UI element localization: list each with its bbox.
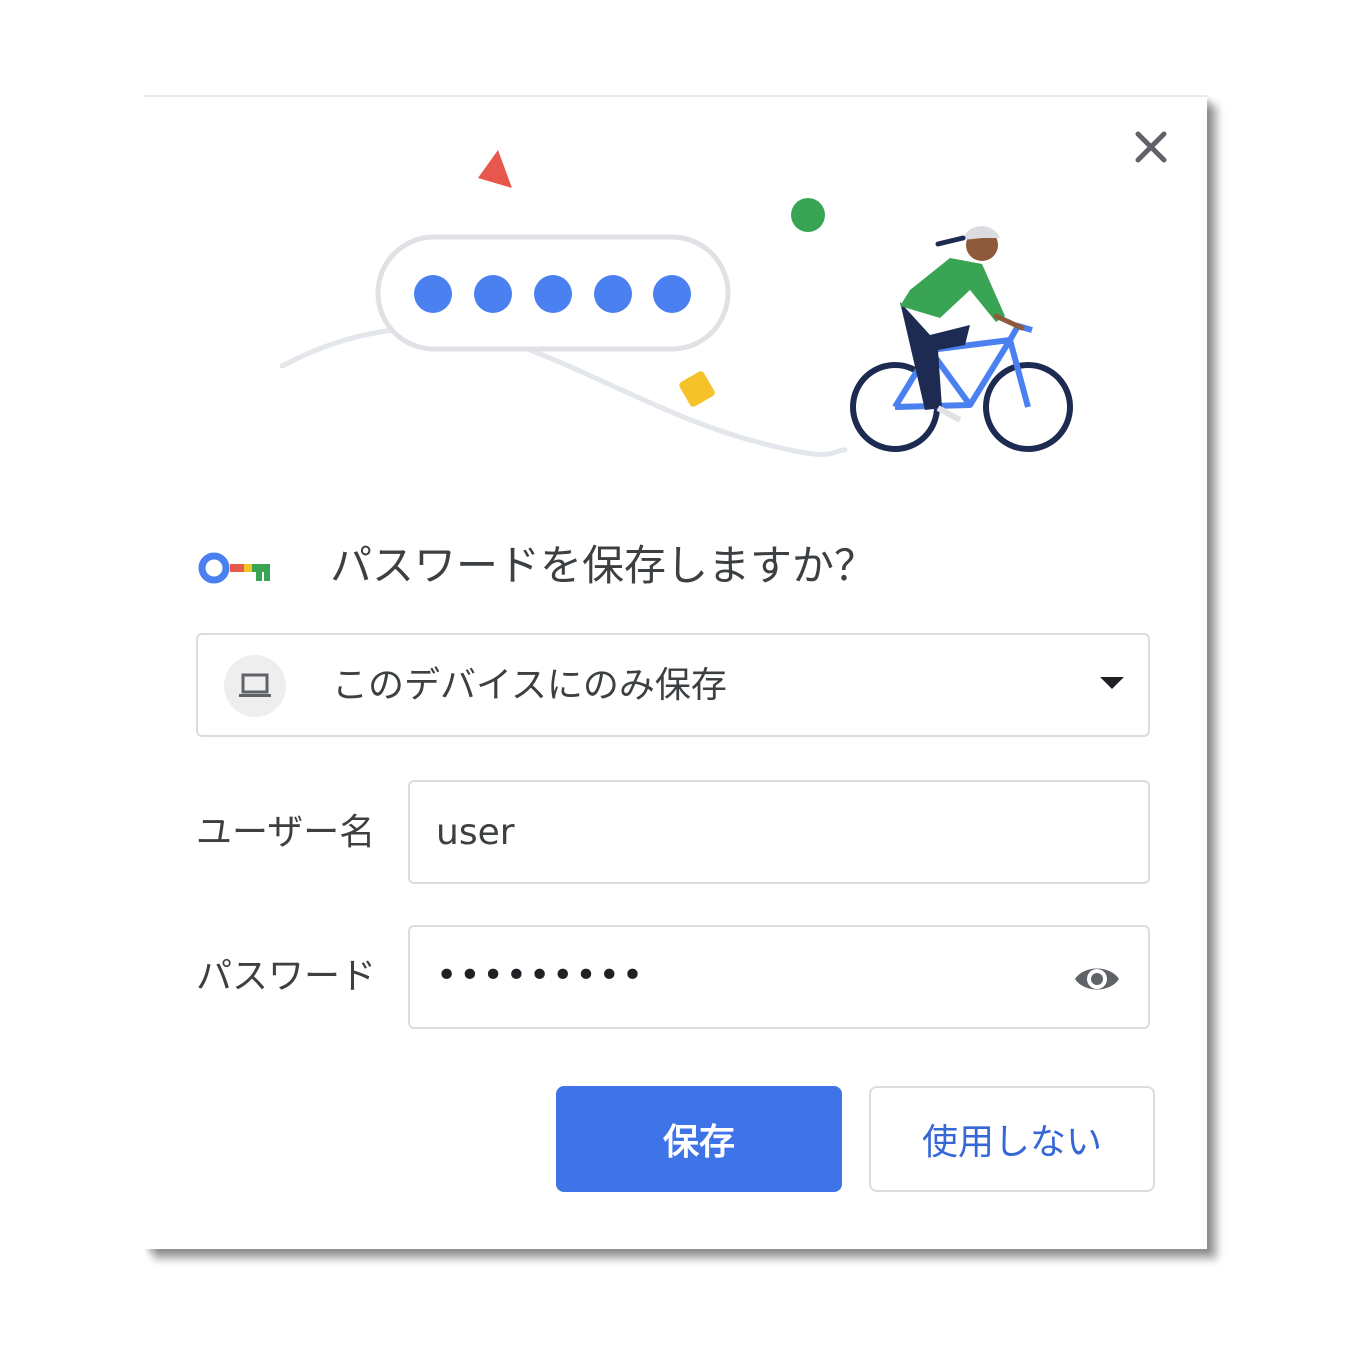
close-icon xyxy=(1135,131,1167,163)
pill-dot-5 xyxy=(653,275,691,313)
password-label: パスワード xyxy=(196,956,377,997)
save-button[interactable]: 保存 xyxy=(556,1086,842,1192)
username-field[interactable]: user xyxy=(408,780,1150,884)
password-value: ••••••••• xyxy=(436,955,646,996)
cyclist xyxy=(850,226,1073,452)
device-avatar xyxy=(224,655,286,717)
chevron-down-icon xyxy=(1100,677,1124,689)
storage-location-value: このデバイスにのみ保存 xyxy=(332,665,727,706)
pill-dot-2 xyxy=(474,275,512,313)
username-label: ユーザー名 xyxy=(196,812,376,853)
username-value: user xyxy=(436,812,515,853)
storage-location-select[interactable]: このデバイスにのみ保存 xyxy=(196,633,1150,737)
confetti-circle xyxy=(791,198,825,232)
confetti-diamond xyxy=(679,371,715,407)
laptop-icon xyxy=(239,673,271,697)
pill-dot-1 xyxy=(414,275,452,313)
password-illustration xyxy=(279,150,1073,457)
never-button[interactable]: 使用しない xyxy=(869,1086,1155,1192)
confetti-triangle xyxy=(478,150,512,188)
pill-dot-4 xyxy=(594,275,632,313)
key-icon xyxy=(198,552,270,584)
eye-icon[interactable] xyxy=(1072,957,1122,1001)
pill-dot-3 xyxy=(534,275,572,313)
dialog-title: パスワードを保存しますか？ xyxy=(330,541,877,590)
password-field[interactable]: ••••••••• xyxy=(408,925,1150,1029)
close-button[interactable] xyxy=(1128,125,1174,171)
